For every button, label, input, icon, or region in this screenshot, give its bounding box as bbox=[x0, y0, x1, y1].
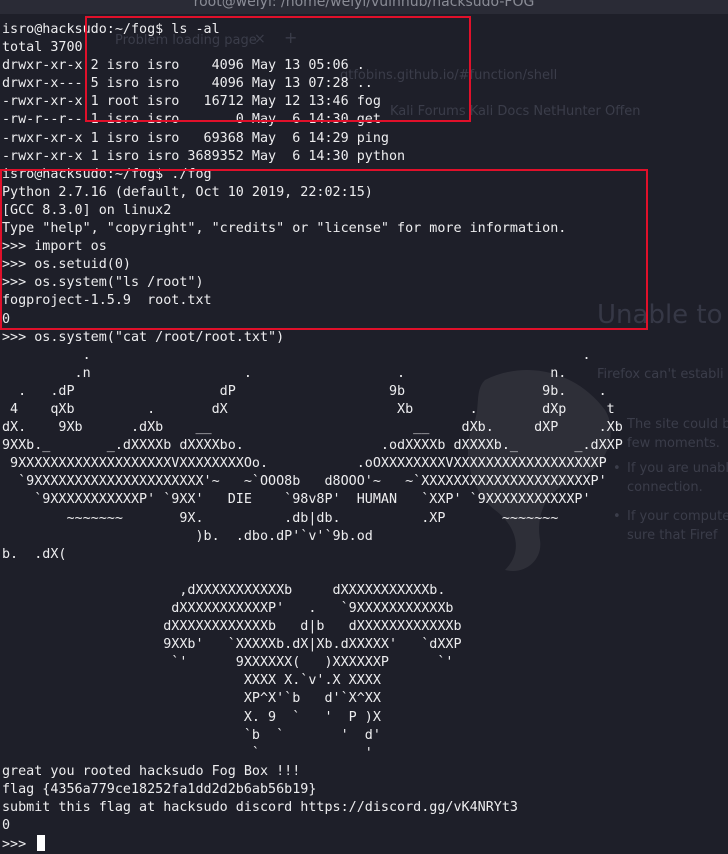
terminal-line: great you rooted hacksudo Fog Box !!! bbox=[2, 763, 301, 779]
python-prompt: >>> bbox=[2, 837, 35, 853]
ascii-art-line: X. 9 ` ' P )X bbox=[2, 709, 381, 725]
terminal-line: isro@hacksudo:~/fog$ ls -al bbox=[2, 22, 220, 37]
terminal-line: >>> os.system("cat /root/root.txt") bbox=[2, 329, 285, 345]
terminal-line: -rwxr-xr-x 1 root isro 16712 May 12 13:4… bbox=[2, 94, 381, 110]
terminal-line: drwxr-xr-x 2 isro isro 4096 May 13 05:06… bbox=[2, 58, 365, 74]
ascii-art-line: . .dP dP 9b 9b. . bbox=[2, 383, 607, 399]
ascii-art-line: ~~~~~~~ 9X. .db|db. .XP ~~~~~~~ bbox=[2, 510, 559, 526]
ascii-art-line: dXXXXXXXXXXXP' . `9XXXXXXXXXXXb bbox=[2, 601, 454, 616]
terminal-line: Python 2.7.16 (default, Oct 10 2019, 22:… bbox=[2, 184, 373, 200]
terminal-line: [GCC 8.3.0] on linux2 bbox=[2, 202, 172, 218]
terminal-line: 0 bbox=[2, 818, 11, 834]
ascii-art-line: `9XXXXXXXXXXXP' `9XX' DIE `98v8P' HUMAN … bbox=[2, 492, 591, 508]
terminal-line: 0 bbox=[2, 311, 11, 327]
flag-line: flag {4356a779ce18252fa1dd2d2b6ab56b19} bbox=[2, 781, 317, 797]
ascii-art-line bbox=[2, 564, 728, 582]
ascii-art-line: ` ' bbox=[2, 745, 373, 761]
ascii-art-line: ,dXXXXXXXXXXXb dXXXXXXXXXXXb. bbox=[2, 582, 446, 598]
ascii-art-line: XP^X'`b d'`X^XX bbox=[2, 691, 381, 707]
ascii-art-line: `' 9XXXXXX( )XXXXXXP `' bbox=[2, 655, 454, 671]
ascii-art-line: 9XXb._ _.dXXXXb dXXXXbo. .odXXXXb dXXXXb… bbox=[2, 438, 623, 454]
terminal-line: -rwxr-xr-x 1 isro isro 3689352 May 6 14:… bbox=[2, 148, 406, 164]
ascii-art-line: b. .dX( bbox=[2, 546, 67, 562]
terminal-line: >>> import os bbox=[2, 239, 107, 255]
terminal-line: fogproject-1.5.9 root.txt bbox=[2, 293, 212, 309]
ascii-art-line: . . bbox=[2, 347, 591, 363]
terminal-output[interactable]: isro@hacksudo:~/fog$ ls -al total 3700 d… bbox=[2, 21, 728, 853]
ascii-art-line: 4 qXb . dX Xb . dXp t bbox=[2, 401, 615, 417]
window-title: root@weiyi: /home/weiyi/vulnhub/hacksudo… bbox=[193, 0, 535, 10]
ascii-art-line: .n . . n. bbox=[2, 365, 567, 381]
ascii-art-line: `9XXXXXXXXXXXXXXXXXXXXX'~ ~`OOO8b d8OOO'… bbox=[2, 474, 607, 490]
terminal-line: drwxr-x--- 5 isro isro 4096 May 13 07:28… bbox=[2, 76, 373, 92]
terminal-line: -rwxr-xr-x 1 isro isro 69368 May 6 14:29… bbox=[2, 130, 389, 146]
terminal-line: >>> os.system("ls /root") bbox=[2, 275, 204, 291]
ascii-art-line: XXXX X.`v'.X XXXX bbox=[2, 673, 381, 689]
terminal-line: Type "help", "copyright", "credits" or "… bbox=[2, 221, 567, 237]
terminal-line: total 3700 bbox=[2, 40, 83, 56]
ascii-art-line: `b ` ' d' bbox=[2, 727, 381, 743]
ascii-art-line: )b. .dbo.dP'`v'`9b.od bbox=[2, 528, 373, 544]
terminal-line: -rw-r--r-- 1 isro isro 0 May 6 14:30 get bbox=[2, 112, 381, 128]
terminal-input-line[interactable]: >>> bbox=[2, 835, 728, 853]
terminal-line: submit this flag at hacksudo discord htt… bbox=[2, 800, 518, 816]
ascii-art-line: 9XXXXXXXXXXXXXXXXXXXVXXXXXXXXOo. .oOXXXX… bbox=[2, 456, 607, 472]
text-cursor bbox=[37, 835, 46, 852]
terminal-line: >>> os.setuid(0) bbox=[2, 257, 131, 273]
window-titlebar: root@weiyi: /home/weiyi/vulnhub/hacksudo… bbox=[0, 0, 728, 14]
ascii-art-line: dXXXXXXXXXXXXb d|b dXXXXXXXXXXXXb bbox=[2, 619, 462, 635]
ascii-art-line: dX. 9Xb .dXb __ __ dXb. dXP .Xb bbox=[2, 420, 623, 436]
terminal-line: isro@hacksudo:~/fog$ ./fog bbox=[2, 166, 212, 182]
ascii-art-line: 9XXb' `XXXXXb.dX|Xb.dXXXXX' `dXXP bbox=[2, 637, 462, 653]
